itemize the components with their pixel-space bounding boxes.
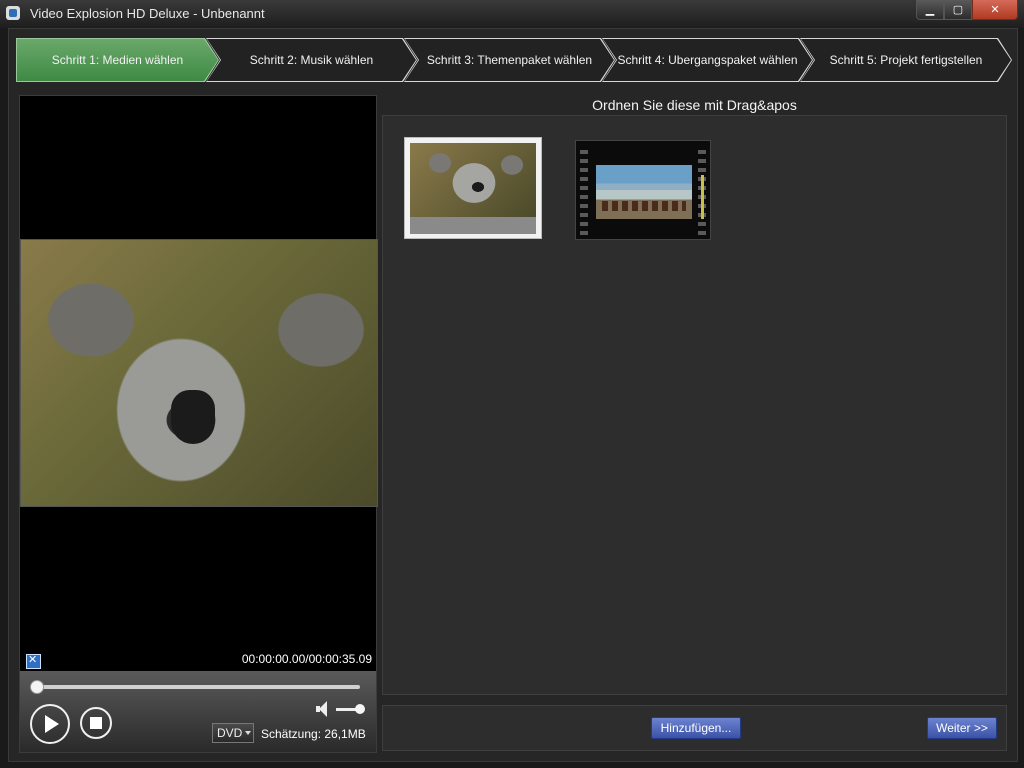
volume-icon[interactable] — [316, 701, 330, 717]
next-button[interactable]: Weiter >> — [927, 717, 997, 739]
app-icon — [6, 6, 20, 20]
add-button[interactable]: Hinzufügen... — [651, 717, 741, 739]
format-dropdown[interactable]: DVD — [212, 723, 254, 743]
window-controls: ▁ ▢ ✕ — [916, 0, 1018, 20]
fullscreen-icon[interactable] — [26, 653, 41, 669]
close-button[interactable]: ✕ — [972, 0, 1018, 20]
time-readout: 00:00:00.00/00:00:35.09 — [241, 652, 372, 666]
seek-thumb[interactable] — [30, 680, 44, 694]
step-3-label: Schritt 3: Themenpaket wählen — [405, 39, 614, 81]
maximize-button[interactable]: ▢ — [944, 0, 972, 20]
koala-photo-thumbnail — [410, 143, 536, 217]
volume-slider[interactable] — [336, 704, 365, 714]
thumbnail-footer — [410, 217, 536, 234]
title-bar: Video Explosion HD Deluxe - Unbenannt ▁ … — [0, 0, 1024, 28]
main-window: Schritt 1: Medien wählen Schritt 2: Musi… — [8, 28, 1018, 762]
film-label-mark — [701, 175, 704, 219]
volume-thumb[interactable] — [355, 704, 365, 714]
step-2-tab[interactable]: Schritt 2: Musik wählen — [206, 38, 417, 82]
stop-button[interactable] — [80, 707, 112, 739]
step-2-label: Schritt 2: Musik wählen — [207, 39, 416, 81]
step-5-label: Schritt 5: Projekt fertigstellen — [801, 39, 1011, 81]
seek-slider[interactable] — [30, 680, 360, 694]
chevron-down-icon — [245, 731, 252, 735]
step-1-label: Schritt 1: Medien wählen — [17, 39, 218, 81]
step-4-label: Schritt 4: Ubergangspaket wählen — [603, 39, 812, 81]
media-item-video[interactable] — [575, 140, 711, 240]
film-clip-thumbnail — [596, 165, 692, 219]
window-title: Video Explosion HD Deluxe - Unbenannt — [30, 6, 265, 21]
minimize-button[interactable]: ▁ — [916, 0, 944, 20]
step-5-tab[interactable]: Schritt 5: Projekt fertigstellen — [800, 38, 1012, 82]
media-area[interactable] — [382, 115, 1007, 695]
play-button[interactable] — [30, 704, 70, 744]
preview-panel: 00:00:00.00/00:00:35.09 DVD Schätzung: 2… — [19, 95, 378, 753]
wizard-steps: Schritt 1: Medien wählen Schritt 2: Musi… — [16, 38, 1012, 82]
format-value: DVD — [217, 726, 243, 740]
media-item-photo[interactable] — [404, 137, 542, 239]
step-1-tab[interactable]: Schritt 1: Medien wählen — [16, 38, 219, 82]
step-3-tab[interactable]: Schritt 3: Themenpaket wählen — [404, 38, 615, 82]
player-controls: DVD Schätzung: 26,1MB — [20, 671, 376, 752]
film-strip-left — [580, 145, 588, 235]
media-heading: Ordnen Sie diese mit Drag&apos — [592, 97, 797, 113]
preview-image — [20, 239, 378, 507]
step-4-tab[interactable]: Schritt 4: Ubergangspaket wählen — [602, 38, 813, 82]
size-estimate: Schätzung: 26,1MB — [261, 727, 366, 741]
bottom-bar: Hinzufügen... Weiter >> — [382, 705, 1007, 751]
